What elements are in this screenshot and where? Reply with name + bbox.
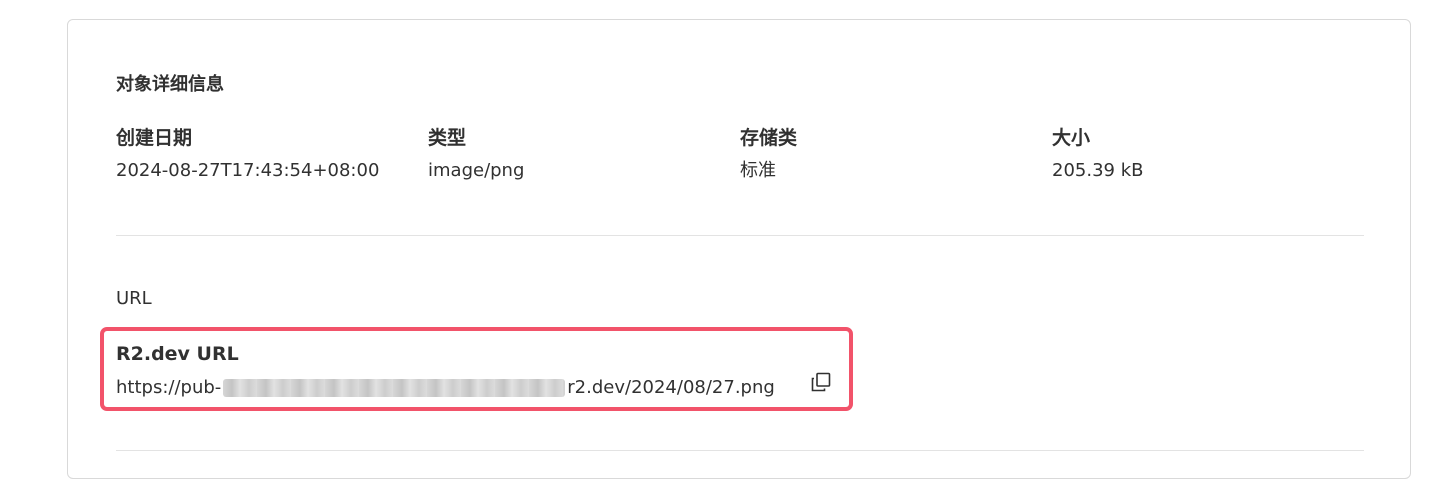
storage-class-label: 存储类 <box>740 127 798 149</box>
storage-class-value: 标准 <box>740 160 776 181</box>
type-label: 类型 <box>428 127 467 149</box>
url-section-title: URL <box>116 288 152 309</box>
copy-url-button[interactable] <box>809 372 833 396</box>
created-date-value: 2024-08-27T17:43:54+08:00 <box>116 160 380 181</box>
object-details-title: 对象详细信息 <box>116 74 224 95</box>
r2-dev-url-label: R2.dev URL <box>116 343 239 365</box>
r2-dev-url-value[interactable]: https://pub- r2.dev/2024/08/27.png <box>116 376 775 400</box>
redacted-url-segment <box>223 379 566 397</box>
copy-icon <box>810 371 832 397</box>
field-created-date: 创建日期 2024-08-27T17:43:54+08:00 <box>116 126 416 183</box>
url-prefix: https://pub- <box>116 377 222 398</box>
size-value: 205.39 kB <box>1052 160 1144 181</box>
section-divider-bottom <box>116 450 1364 451</box>
object-details-card: 对象详细信息 创建日期 2024-08-27T17:43:54+08:00 类型… <box>67 19 1411 479</box>
created-date-label: 创建日期 <box>116 127 193 149</box>
size-label: 大小 <box>1052 127 1091 149</box>
field-storage-class: 存储类 标准 <box>740 126 1040 183</box>
section-divider <box>116 235 1364 236</box>
type-value: image/png <box>428 160 525 181</box>
field-size: 大小 205.39 kB <box>1052 126 1352 183</box>
url-suffix: r2.dev/2024/08/27.png <box>567 377 775 398</box>
field-type: 类型 image/png <box>428 126 728 183</box>
details-grid: 创建日期 2024-08-27T17:43:54+08:00 类型 image/… <box>116 126 1366 186</box>
